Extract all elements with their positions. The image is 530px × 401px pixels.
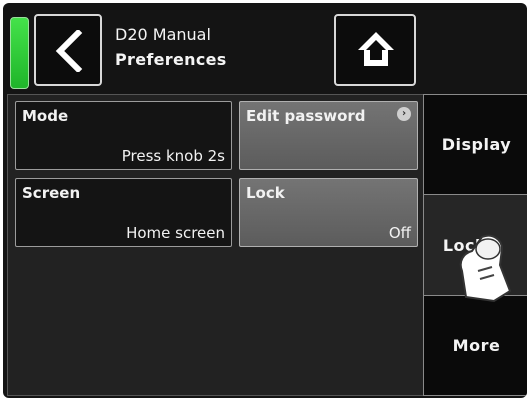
mode-tile[interactable]: Mode Press knob 2s xyxy=(15,101,232,170)
tab-display[interactable]: Display xyxy=(423,94,527,195)
info-icon[interactable]: › xyxy=(397,107,411,121)
status-led xyxy=(10,17,29,89)
chevron-left-icon xyxy=(55,30,83,72)
screen-label: Screen xyxy=(22,184,81,202)
preferences-panel: Mode Press knob 2s Edit password › Scree… xyxy=(7,94,425,396)
lock-tile[interactable]: Lock Off xyxy=(239,178,418,247)
tab-more[interactable]: More xyxy=(423,295,527,396)
lock-value: Off xyxy=(388,224,411,242)
home-icon xyxy=(358,32,394,66)
page-header: D20 Manual Preferences xyxy=(115,22,227,72)
device-screen: D20 Manual Preferences Mode Press knob 2… xyxy=(3,3,527,398)
back-button[interactable] xyxy=(34,14,102,86)
tab-more-label: More xyxy=(452,336,501,355)
mode-label: Mode xyxy=(22,107,69,125)
edit-password-label: Edit password xyxy=(246,107,366,125)
screen-tile[interactable]: Screen Home screen xyxy=(15,178,232,247)
mode-value: Press knob 2s xyxy=(121,147,225,165)
home-button[interactable] xyxy=(334,14,416,86)
tab-display-label: Display xyxy=(441,135,512,154)
finger-pointer-icon xyxy=(459,234,512,303)
device-name: D20 Manual xyxy=(115,25,211,44)
edit-password-tile[interactable]: Edit password › xyxy=(239,101,418,170)
lock-label: Lock xyxy=(246,184,285,202)
page-title: Preferences xyxy=(115,50,227,69)
screen-value: Home screen xyxy=(126,224,225,242)
